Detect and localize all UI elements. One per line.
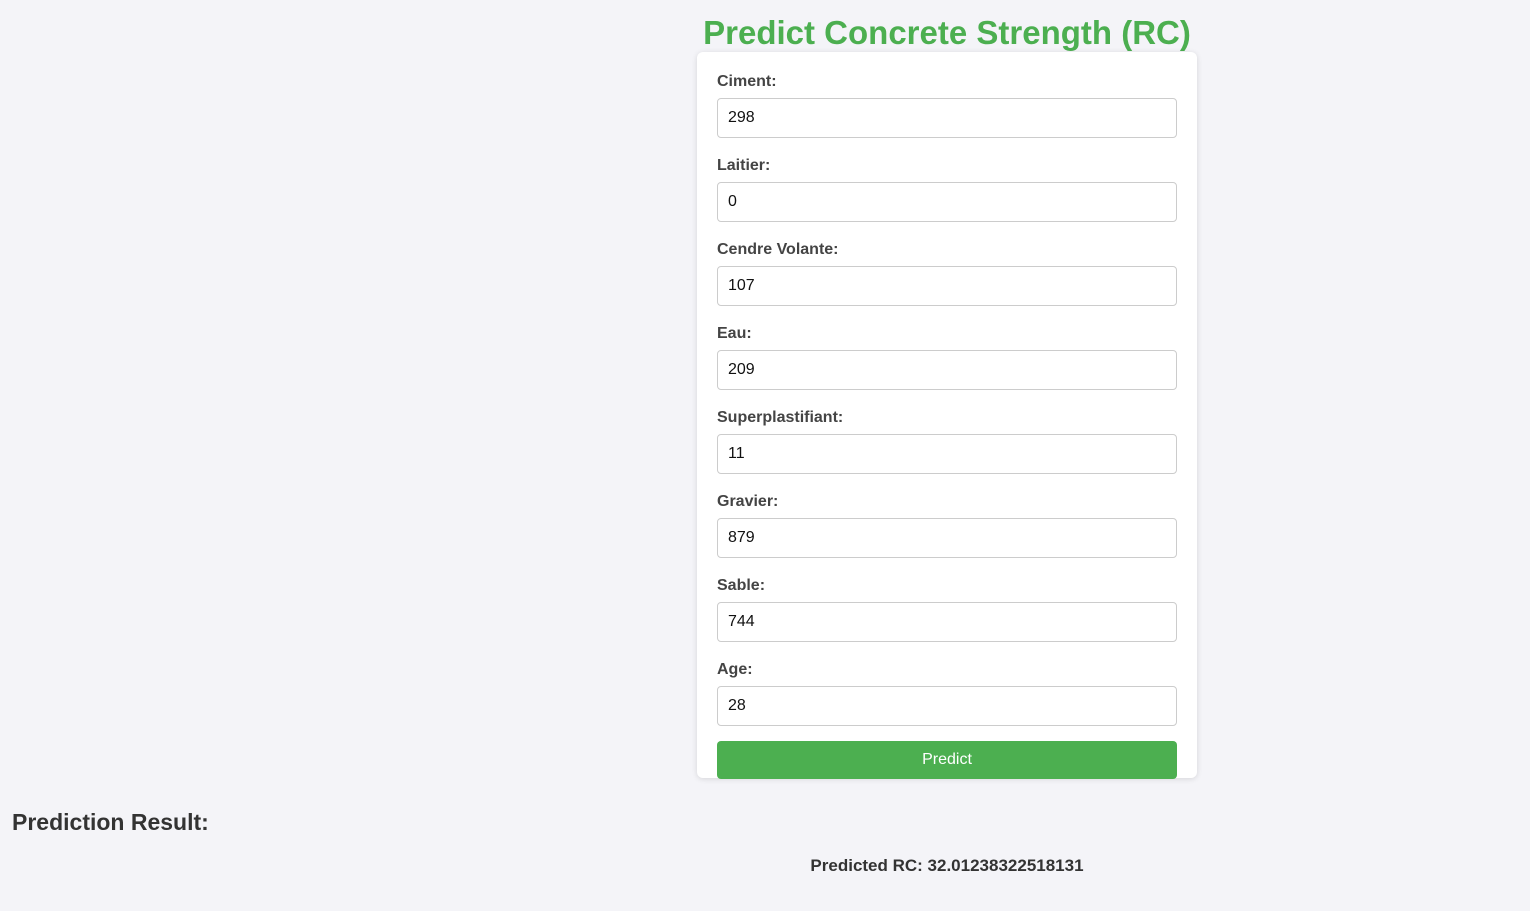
- predict-button[interactable]: Predict: [717, 741, 1177, 779]
- superplastifiant-label: Superplastifiant:: [717, 409, 844, 426]
- cendre-volante-label: Cendre Volante:: [717, 241, 839, 258]
- age-label: Age:: [717, 661, 753, 678]
- page-title: Predict Concrete Strength (RC): [703, 14, 1191, 51]
- prediction-form: Ciment: Laitier: Cendre Volante: Eau: Su…: [697, 52, 1197, 779]
- gravier-input[interactable]: [717, 518, 1177, 558]
- ciment-label: Ciment:: [717, 73, 777, 90]
- laitier-label: Laitier:: [717, 157, 771, 174]
- ciment-input[interactable]: [717, 98, 1177, 138]
- eau-input[interactable]: [717, 350, 1177, 390]
- predicted-rc-text: Predicted RC: 32.01238322518131: [810, 856, 1084, 875]
- cendre-volante-input[interactable]: [717, 266, 1177, 306]
- sable-input[interactable]: [717, 602, 1177, 642]
- result-heading: Prediction Result:: [12, 809, 209, 835]
- sable-label: Sable:: [717, 577, 766, 594]
- age-input[interactable]: [717, 686, 1177, 726]
- eau-label: Eau:: [717, 325, 752, 342]
- superplastifiant-input[interactable]: [717, 434, 1177, 474]
- laitier-input[interactable]: [717, 182, 1177, 222]
- gravier-label: Gravier:: [717, 493, 779, 510]
